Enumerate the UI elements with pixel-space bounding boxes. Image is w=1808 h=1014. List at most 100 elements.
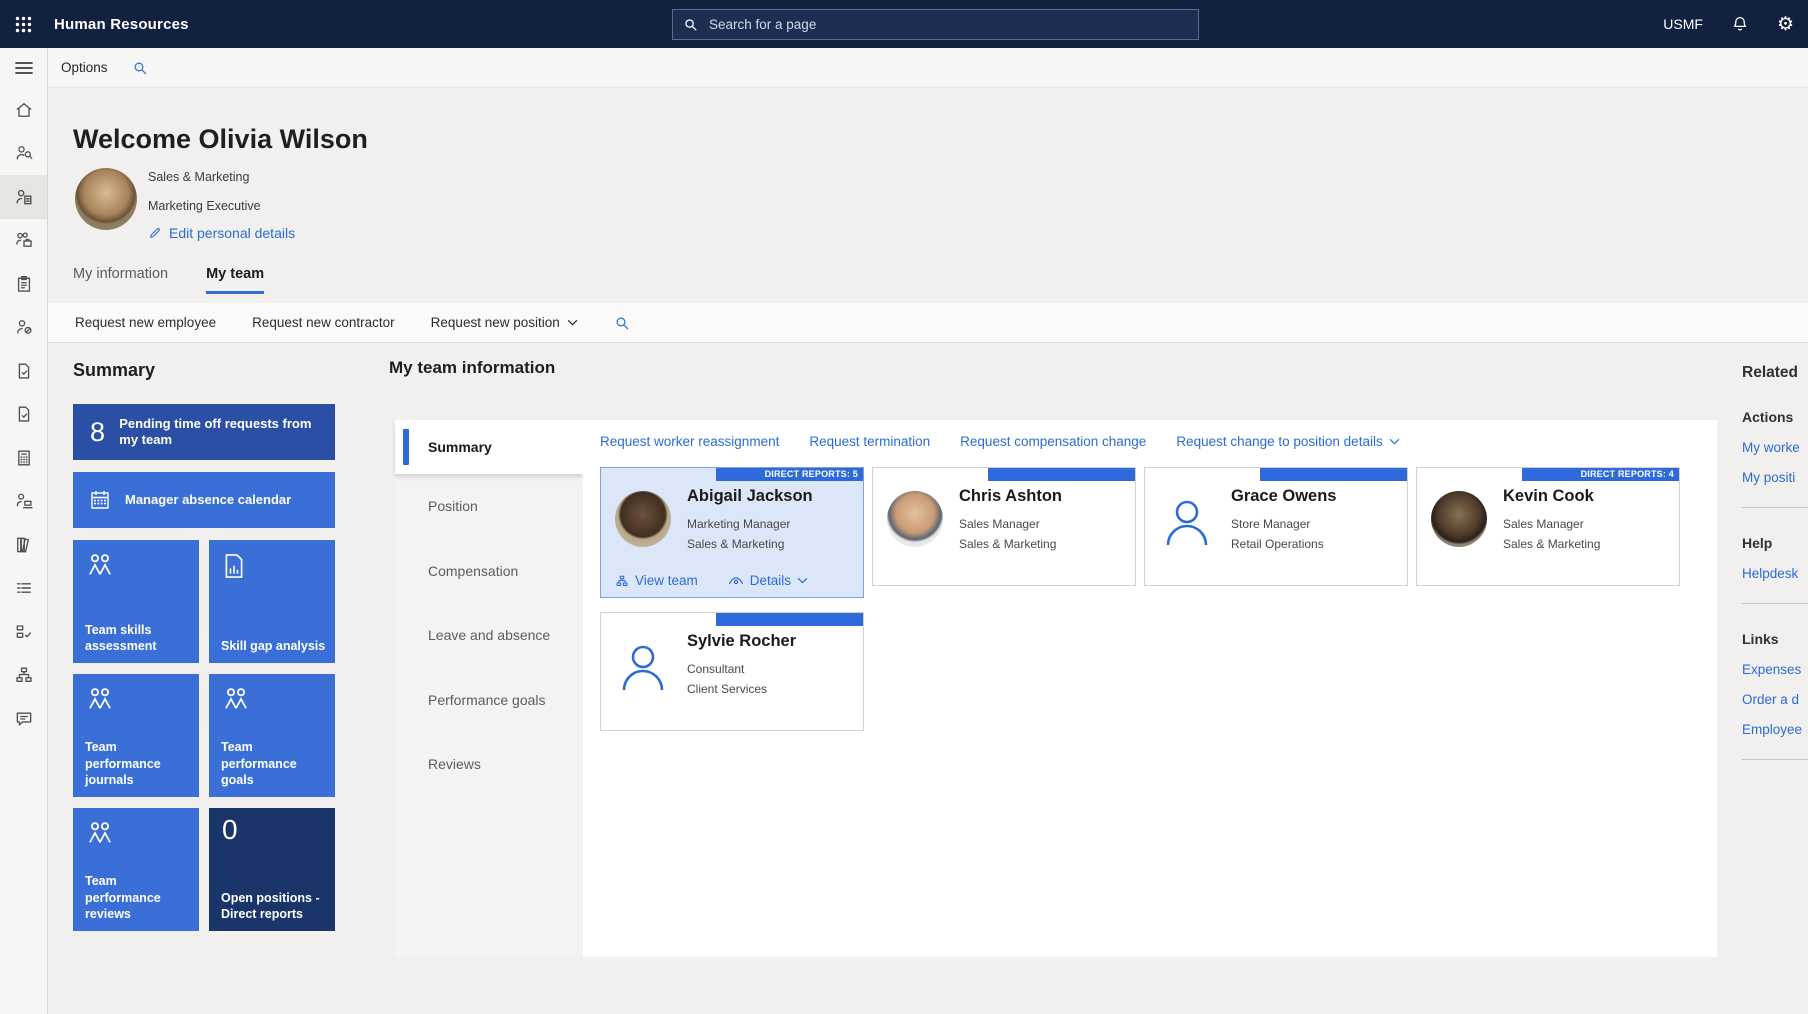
member-name: Sylvie Rocher: [687, 632, 796, 651]
request-termination-link[interactable]: Request termination: [809, 434, 930, 449]
request-worker-reassignment-link[interactable]: Request worker reassignment: [600, 434, 779, 449]
team-info-heading: My team information: [389, 358, 555, 378]
member-name: Grace Owens: [1231, 487, 1336, 506]
search-input[interactable]: [707, 16, 1188, 33]
clipboard-icon[interactable]: [0, 262, 47, 306]
command-search-icon[interactable]: [132, 60, 148, 76]
feedback-icon[interactable]: [0, 697, 47, 741]
related-pane: Related Actions My worke My positi Help …: [1742, 364, 1808, 760]
options-tab[interactable]: Options: [61, 60, 108, 75]
calendar-icon: [73, 488, 125, 512]
related-link-order-device[interactable]: Order a d: [1742, 692, 1808, 707]
vtab-summary[interactable]: Summary: [395, 420, 583, 474]
team-member-card[interactable]: DIRECT REPORTS: 4 Kevin Cook Sales Manag…: [1416, 467, 1680, 586]
top-navbar: Human Resources USMF ⚙: [0, 0, 1808, 48]
page-tabs: My information My team: [73, 266, 264, 294]
actions-section-heading: Actions: [1742, 409, 1808, 425]
sitemap-icon[interactable]: [0, 654, 47, 698]
person-document-icon[interactable]: [0, 175, 47, 219]
vtab-position[interactable]: Position: [395, 474, 583, 539]
team-action-bar: Request new employee Request new contrac…: [48, 303, 1808, 343]
related-link-my-positions[interactable]: My positi: [1742, 470, 1808, 485]
tab-my-team[interactable]: My team: [206, 266, 264, 294]
team-member-card[interactable]: Sylvie Rocher Consultant Client Services: [600, 612, 864, 731]
page-search-box[interactable]: [672, 9, 1199, 40]
related-link-expenses[interactable]: Expenses: [1742, 662, 1808, 677]
divider: [1742, 507, 1808, 508]
member-department: Retail Operations: [1231, 537, 1324, 551]
org-check-icon[interactable]: [0, 610, 47, 654]
document-check-icon[interactable]: [0, 349, 47, 393]
page-title: Welcome Olivia Wilson: [73, 124, 368, 155]
vtab-compensation[interactable]: Compensation: [395, 539, 583, 604]
summary-tiles: 8 Pending time off requests from my team…: [73, 404, 335, 931]
tile-pending-time-off[interactable]: 8 Pending time off requests from my team: [73, 404, 335, 460]
tile-count: 8: [73, 417, 119, 448]
team-member-card[interactable]: Grace Owens Store Manager Retail Operati…: [1144, 467, 1408, 586]
person-block-icon[interactable]: [0, 306, 47, 350]
tile-team-performance-journals[interactable]: Team performance journals: [73, 674, 199, 797]
tile-team-skills-assessment[interactable]: Team skills assessment: [73, 540, 199, 663]
related-link-employee[interactable]: Employee: [1742, 722, 1808, 737]
strip-search-icon[interactable]: [614, 315, 630, 331]
people-briefcase-icon[interactable]: [0, 219, 47, 263]
home-icon[interactable]: [0, 88, 47, 132]
related-link-my-workers[interactable]: My worke: [1742, 440, 1808, 455]
hamburger-icon[interactable]: [0, 48, 47, 88]
team-icon: [221, 686, 251, 712]
vtab-leave-and-absence[interactable]: Leave and absence: [395, 603, 583, 668]
request-new-contractor-button[interactable]: Request new contractor: [252, 315, 395, 330]
team-cards-row-1: DIRECT REPORTS: 5 Abigail Jackson Market…: [600, 467, 1680, 598]
card-top-bar: [716, 613, 863, 626]
member-avatar-placeholder-icon: [615, 636, 671, 692]
books-icon[interactable]: [0, 523, 47, 567]
left-navigation: [0, 48, 48, 1014]
request-compensation-change-link[interactable]: Request compensation change: [960, 434, 1146, 449]
edit-personal-details-link[interactable]: Edit personal details: [148, 225, 295, 241]
member-avatar: [615, 491, 671, 547]
vtab-performance-goals[interactable]: Performance goals: [395, 668, 583, 733]
team-info-vertical-tabs: Summary Position Compensation Leave and …: [395, 420, 583, 957]
list-icon[interactable]: [0, 567, 47, 611]
member-name: Kevin Cook: [1503, 487, 1594, 506]
people-search-icon[interactable]: [0, 132, 47, 176]
team-member-card[interactable]: Chris Ashton Sales Manager Sales & Marke…: [872, 467, 1136, 586]
team-icon: [85, 820, 115, 846]
company-picker[interactable]: USMF: [1663, 16, 1703, 32]
member-title: Marketing Manager: [687, 517, 790, 531]
settings-gear-icon[interactable]: ⚙: [1777, 15, 1794, 34]
chevron-down-icon: [797, 577, 808, 584]
details-link[interactable]: Details: [728, 573, 808, 588]
member-title: Store Manager: [1231, 517, 1310, 531]
tab-my-information[interactable]: My information: [73, 266, 168, 294]
app-launcher-icon[interactable]: [0, 0, 46, 48]
notifications-bell-icon[interactable]: [1731, 15, 1749, 33]
vtab-reviews[interactable]: Reviews: [395, 732, 583, 797]
tile-open-positions[interactable]: 0 Open positions - Direct reports: [209, 808, 335, 931]
request-new-employee-button[interactable]: Request new employee: [75, 315, 216, 330]
chevron-down-icon: [1389, 438, 1400, 445]
person-desk-icon[interactable]: [0, 480, 47, 524]
member-avatar: [1431, 491, 1487, 547]
calculator-document-icon[interactable]: [0, 436, 47, 480]
tile-manager-absence-calendar[interactable]: Manager absence calendar: [73, 472, 335, 528]
sitemap-icon: [615, 574, 629, 588]
team-member-card[interactable]: DIRECT REPORTS: 5 Abigail Jackson Market…: [600, 467, 864, 598]
member-title: Sales Manager: [959, 517, 1040, 531]
direct-reports-badge: DIRECT REPORTS: 5: [716, 468, 863, 481]
tile-count: 0: [222, 814, 238, 846]
request-change-position-details-link[interactable]: Request change to position details: [1176, 434, 1399, 449]
member-department: Client Services: [687, 682, 767, 696]
tile-skill-gap-analysis[interactable]: Skill gap analysis: [209, 540, 335, 663]
member-department: Sales & Marketing: [959, 537, 1056, 551]
member-avatar-placeholder-icon: [1159, 491, 1215, 547]
request-new-position-button[interactable]: Request new position: [431, 315, 578, 330]
view-team-link[interactable]: View team: [615, 573, 698, 588]
tile-team-performance-reviews[interactable]: Team performance reviews: [73, 808, 199, 931]
related-link-helpdesk[interactable]: Helpdesk: [1742, 566, 1808, 581]
chevron-down-icon: [567, 319, 578, 326]
tile-team-performance-goals[interactable]: Team performance goals: [209, 674, 335, 797]
card-top-bar: [1260, 468, 1407, 481]
document-check-2-icon[interactable]: [0, 393, 47, 437]
card-top-bar: [988, 468, 1135, 481]
